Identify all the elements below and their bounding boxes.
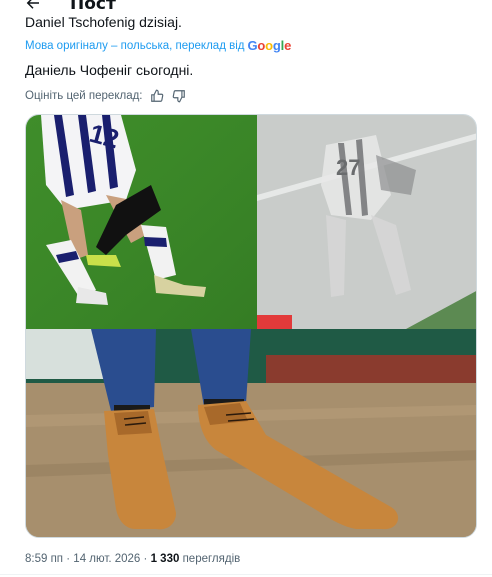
thumbs-up-button[interactable]	[149, 88, 165, 104]
translation-note[interactable]: Мова оригіналу – польська, переклад від …	[25, 38, 291, 53]
rate-translation-row: Оцініть цей переклад:	[25, 88, 187, 104]
meta-separator: ·	[143, 553, 148, 565]
translation-note-text: Мова оригіналу – польська, переклад від	[25, 39, 245, 52]
post-time[interactable]: 8:59 пп	[25, 553, 63, 565]
translated-post-text: Даніель Чофеніг сьогодні.	[25, 62, 194, 78]
thumbs-down-icon	[172, 90, 185, 103]
post-image[interactable]: 12 27	[25, 114, 477, 538]
views-count: 1 330	[150, 553, 180, 565]
post-metadata: 8:59 пп · 14 лют. 2026 · 1 330 перегляді…	[25, 553, 240, 565]
jersey-number: 27	[336, 155, 360, 180]
divider	[0, 574, 492, 575]
meme-collage: 12 27	[26, 115, 476, 537]
replay-photo: 27	[257, 115, 476, 329]
rate-prompt: Оцініть цей переклад:	[25, 90, 143, 102]
views-label: переглядів	[182, 553, 241, 565]
thumbs-up-icon	[150, 89, 163, 102]
google-logo: Google	[247, 38, 292, 53]
meta-separator: ·	[66, 553, 71, 565]
thumbs-down-button[interactable]	[171, 88, 187, 104]
long-shoes-photo	[26, 329, 476, 537]
original-post-text: Daniel Tschofenig dzisiaj.	[25, 14, 182, 30]
post-date[interactable]: 14 лют. 2026	[73, 553, 140, 565]
arrow-left-icon	[26, 0, 39, 9]
football-match-photo: 12	[26, 115, 257, 329]
